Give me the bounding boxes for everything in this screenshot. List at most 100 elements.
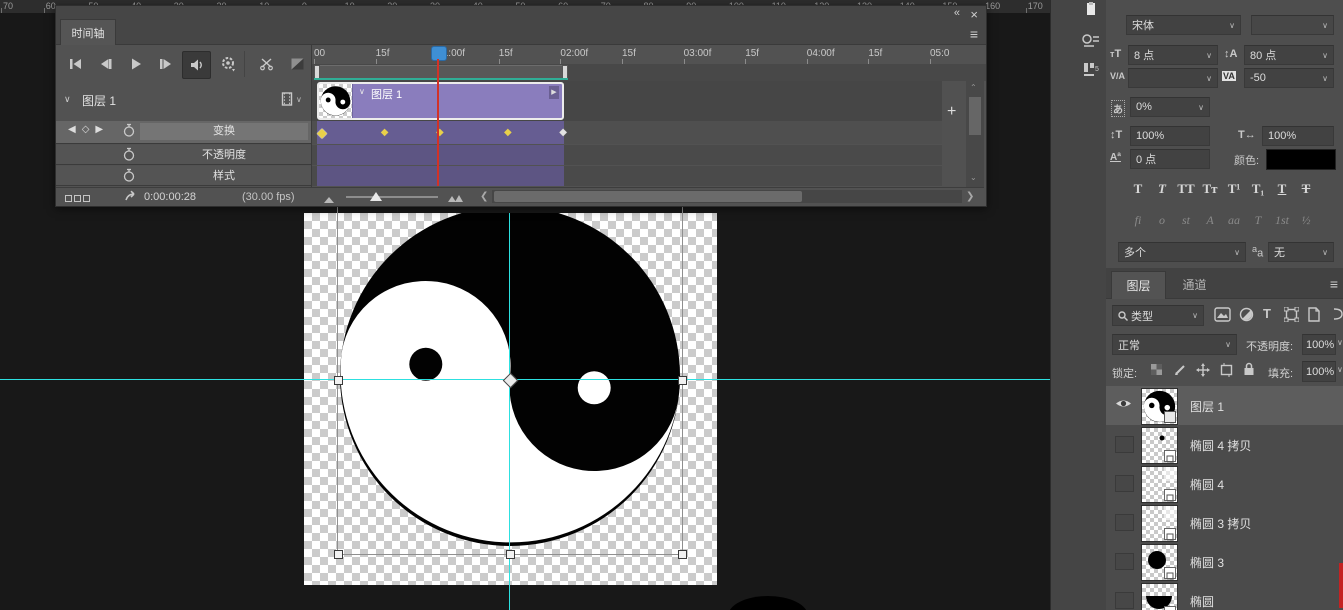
filter-smart-objects-icon[interactable] bbox=[1307, 307, 1321, 327]
keyframe-diamond[interactable]: ◆ bbox=[559, 127, 567, 138]
timeline-hscroll-thumb[interactable] bbox=[494, 191, 802, 202]
layer-row[interactable]: 椭圆 4 拷贝 bbox=[1106, 425, 1343, 465]
timeline-hscroll-track[interactable] bbox=[492, 190, 962, 203]
transform-handle-mid-right[interactable] bbox=[678, 376, 687, 385]
layer-row[interactable]: 椭圆 3 bbox=[1106, 542, 1343, 582]
tab-layers[interactable]: 图层 bbox=[1111, 271, 1166, 299]
swash-button[interactable]: A bbox=[1198, 213, 1222, 228]
horizontal-scale-field[interactable]: 100% bbox=[1262, 126, 1334, 146]
transform-handle-mid-left[interactable] bbox=[334, 376, 343, 385]
standard-ligatures-button[interactable]: fi bbox=[1126, 213, 1150, 228]
transform-handle-bottom-left[interactable] bbox=[334, 550, 343, 559]
eye-icon[interactable] bbox=[1115, 397, 1132, 412]
font-family-select[interactable]: 宋体∨ bbox=[1126, 15, 1241, 35]
layer-thumbnail[interactable] bbox=[1141, 427, 1178, 464]
vertical-scale-field[interactable]: 100% bbox=[1130, 126, 1210, 146]
zoom-in-icon[interactable] bbox=[448, 193, 464, 205]
anti-alias-select[interactable]: 无∨ bbox=[1268, 242, 1334, 262]
track-disclosure-icon[interactable]: ∨ bbox=[64, 94, 71, 105]
opacity-field[interactable]: 100% bbox=[1302, 334, 1336, 355]
text-color-swatch[interactable] bbox=[1266, 149, 1336, 170]
baseline-shift-field[interactable]: 0 点 bbox=[1130, 149, 1210, 169]
scroll-down-icon[interactable]: ⌄ bbox=[970, 173, 977, 182]
layer-visibility-toggle[interactable] bbox=[1115, 553, 1134, 570]
go-to-first-frame-button[interactable] bbox=[62, 51, 89, 77]
font-style-select[interactable]: ∨ bbox=[1251, 15, 1334, 35]
keyframe-diamond[interactable]: ◆ bbox=[317, 125, 327, 141]
lock-position-icon[interactable] bbox=[1196, 363, 1210, 382]
filter-shape-layers-icon[interactable] bbox=[1284, 307, 1299, 327]
layer-thumbnail[interactable] bbox=[1141, 466, 1178, 503]
faux-italic-button[interactable]: T bbox=[1150, 181, 1174, 197]
layer-row[interactable]: 椭圆 4 bbox=[1106, 464, 1343, 504]
layer-visibility-toggle[interactable] bbox=[1115, 514, 1134, 531]
blend-mode-select[interactable]: 正常∨ bbox=[1112, 334, 1237, 355]
zoom-out-icon[interactable] bbox=[324, 194, 334, 206]
lock-artboard-icon[interactable] bbox=[1219, 363, 1234, 382]
timeline-menu-icon[interactable]: ≡ bbox=[970, 28, 978, 40]
playhead-marker[interactable] bbox=[431, 46, 447, 61]
leading-select[interactable]: 80 点∨ bbox=[1244, 45, 1334, 65]
layer-row[interactable]: 椭圆 bbox=[1106, 581, 1343, 610]
close-panel-icon[interactable]: × bbox=[970, 7, 978, 22]
go-to-previous-frame-button[interactable] bbox=[92, 51, 119, 77]
stylistic-alternates-button[interactable]: aa bbox=[1222, 213, 1246, 228]
filter-pixel-layers-icon[interactable] bbox=[1214, 307, 1231, 327]
tsume-select[interactable]: 0%∨ bbox=[1130, 97, 1210, 117]
tab-channels[interactable]: 通道 bbox=[1168, 271, 1221, 298]
fractions-button[interactable]: ½ bbox=[1294, 213, 1318, 228]
frame-animation-icon[interactable] bbox=[65, 193, 90, 205]
keyframe-diamond[interactable]: ◆ bbox=[504, 127, 512, 138]
flip-view-icon[interactable] bbox=[124, 189, 140, 206]
film-icon[interactable] bbox=[280, 91, 294, 110]
clip-expand-icon[interactable]: ▶ bbox=[549, 86, 559, 99]
layer-visibility-toggle[interactable] bbox=[1115, 592, 1134, 609]
scroll-right-icon[interactable]: ❯ bbox=[966, 191, 974, 202]
split-at-playhead-button[interactable] bbox=[253, 51, 280, 77]
glyphs-panel-icon[interactable]: 5 bbox=[1083, 62, 1099, 83]
scroll-left-icon[interactable]: ❮ bbox=[480, 191, 488, 202]
kerning-select[interactable]: ∨ bbox=[1128, 68, 1218, 88]
play-button[interactable] bbox=[122, 51, 149, 77]
library-panel-icon[interactable] bbox=[1084, 2, 1098, 21]
timeline-zoom-thumb[interactable] bbox=[370, 192, 382, 204]
styles-panel-icon[interactable] bbox=[1082, 34, 1100, 53]
fill-dropdown-icon[interactable]: ∨ bbox=[1337, 365, 1343, 374]
timeline-vscroll-thumb[interactable] bbox=[969, 97, 981, 135]
timeline-zoom-slider[interactable] bbox=[346, 196, 438, 198]
collapse-panel-icon[interactable]: « bbox=[954, 7, 960, 19]
layer-thumbnail[interactable] bbox=[1141, 583, 1178, 610]
layer-thumbnail[interactable] bbox=[1141, 505, 1178, 542]
subscript-button[interactable]: T₁ bbox=[1246, 181, 1270, 197]
fill-field[interactable]: 100% bbox=[1302, 361, 1336, 382]
tracking-select[interactable]: -50∨ bbox=[1244, 68, 1334, 88]
lock-transparency-icon[interactable] bbox=[1150, 363, 1163, 381]
render-settings-button[interactable] bbox=[214, 51, 241, 77]
keyframe-navigator[interactable]: ◀◇▶ bbox=[68, 124, 109, 135]
track-options-dropdown-icon[interactable]: ∨ bbox=[296, 95, 302, 104]
stopwatch-icon[interactable] bbox=[122, 147, 136, 165]
layer-visibility-toggle[interactable] bbox=[1115, 436, 1134, 453]
toggle-audio-button[interactable] bbox=[182, 51, 211, 79]
strikethrough-button[interactable]: T bbox=[1294, 181, 1318, 197]
layer-filter-select[interactable]: 类型∨ bbox=[1112, 305, 1204, 326]
filter-type-layers-icon[interactable]: T bbox=[1263, 306, 1271, 321]
go-to-next-frame-button[interactable] bbox=[152, 51, 179, 77]
layers-menu-icon[interactable]: ≡ bbox=[1330, 276, 1338, 292]
filter-adjustment-layers-icon[interactable] bbox=[1239, 307, 1254, 327]
discretionary-ligatures-button[interactable]: st bbox=[1174, 213, 1198, 228]
faux-bold-button[interactable]: T bbox=[1126, 181, 1150, 197]
contextual-alternates-button[interactable]: o bbox=[1150, 213, 1174, 228]
layer-clip[interactable]: ∨ 图层 1 ▶ bbox=[317, 82, 564, 120]
add-media-button[interactable]: + bbox=[947, 103, 956, 121]
all-caps-button[interactable]: TT bbox=[1174, 181, 1198, 197]
font-size-select[interactable]: 8 点∨ bbox=[1128, 45, 1218, 65]
transition-button[interactable] bbox=[284, 51, 311, 77]
timeline-vscroll[interactable]: ⌃ ⌄ bbox=[966, 81, 984, 187]
lock-pixels-icon[interactable] bbox=[1174, 363, 1187, 381]
layer-thumbnail[interactable] bbox=[1141, 388, 1178, 425]
lock-all-icon[interactable] bbox=[1243, 362, 1255, 381]
underline-button[interactable]: T bbox=[1270, 181, 1294, 197]
filter-extra-icon[interactable] bbox=[1334, 307, 1343, 327]
superscript-button[interactable]: T¹ bbox=[1222, 181, 1246, 197]
